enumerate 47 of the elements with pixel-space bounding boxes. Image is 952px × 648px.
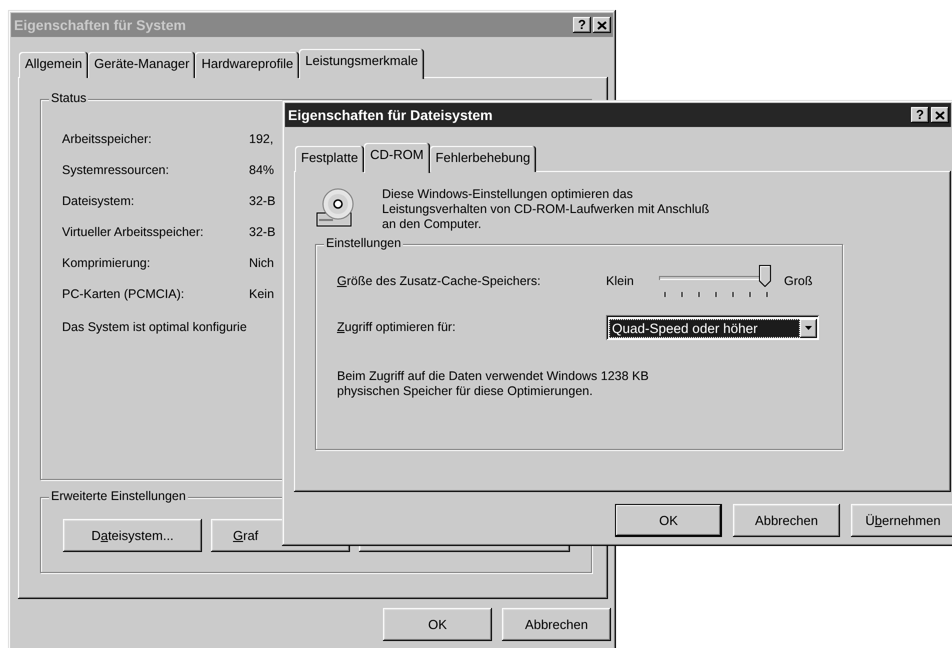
caret-icon [805,326,812,330]
status-label: PC-Karten (PCMCIA): [62,287,186,302]
dropdown-label: Zugriff optimieren für: [337,320,457,335]
tab[interactable]: Fehlerbehebung [430,146,536,172]
status-message: Das System ist optimal konfigurie [62,320,247,335]
status-value: 32-B [249,194,276,209]
tab[interactable]: Geräte-Manager [88,52,196,78]
push-button[interactable]: Übernehmen [851,504,952,537]
slider-max-label: Groß [784,274,812,289]
tab[interactable]: Leistungsmerkmale [299,49,424,79]
status-value: 192, [249,132,274,147]
status-value: Nich [249,256,274,271]
close-icon [597,20,607,30]
window-title: Eigenschaften für Dateisystem [288,106,493,124]
status-label: Komprimierung: [62,256,152,271]
tab[interactable]: Hardwareprofile [195,52,300,78]
close-icon [935,110,945,120]
push-button[interactable]: Dateisystem... [63,519,202,552]
push-button[interactable]: Abbrechen [733,504,840,537]
slider-label: Größe des Zusatz-Cache-Speichers: [337,274,542,289]
dropdown-field[interactable]: Quad-Speed oder höher [606,315,819,340]
cd-drive-icon [315,187,355,229]
close-button[interactable] [593,17,611,33]
status-label: Dateisystem: [62,194,136,209]
tab[interactable]: CD-ROM [364,143,430,173]
slider-min-label: Klein [606,274,635,289]
status-value: 32-B [249,225,276,240]
status-label: Arbeitsspeicher: [62,132,153,147]
description-text: Diese Windows-Einstellungen optimieren das Leistungsverhalten von CD-ROM-Laufwerken mit Anschluß an den Computer. [382,187,710,232]
info-text: Beim Zugriff auf die Daten verwendet Windows 1238 KB physischen Speicher für diese Optimierungen. [337,369,650,399]
slider-thumb[interactable] [759,265,771,287]
help-button[interactable]: ? [911,107,929,123]
help-button[interactable]: ? [573,17,591,33]
dropdown-button[interactable] [800,318,817,338]
tab[interactable]: Festplatte [295,146,364,172]
window-title: Eigenschaften für System [14,16,186,34]
status-value: Kein [249,287,274,302]
push-button[interactable]: OK [615,504,722,537]
status-label: Virtueller Arbeitsspeicher: [62,225,205,240]
tab[interactable]: Allgemein [19,52,88,78]
group-label: Erweiterte Einstellungen [49,489,188,504]
status-value: 84% [249,163,274,178]
status-label: Systemressourcen: [62,163,170,178]
push-button[interactable]: OK [383,608,492,641]
group-label: Einstellungen [324,236,404,251]
close-button[interactable] [931,107,949,123]
push-button[interactable]: Abbrechen [502,608,611,641]
